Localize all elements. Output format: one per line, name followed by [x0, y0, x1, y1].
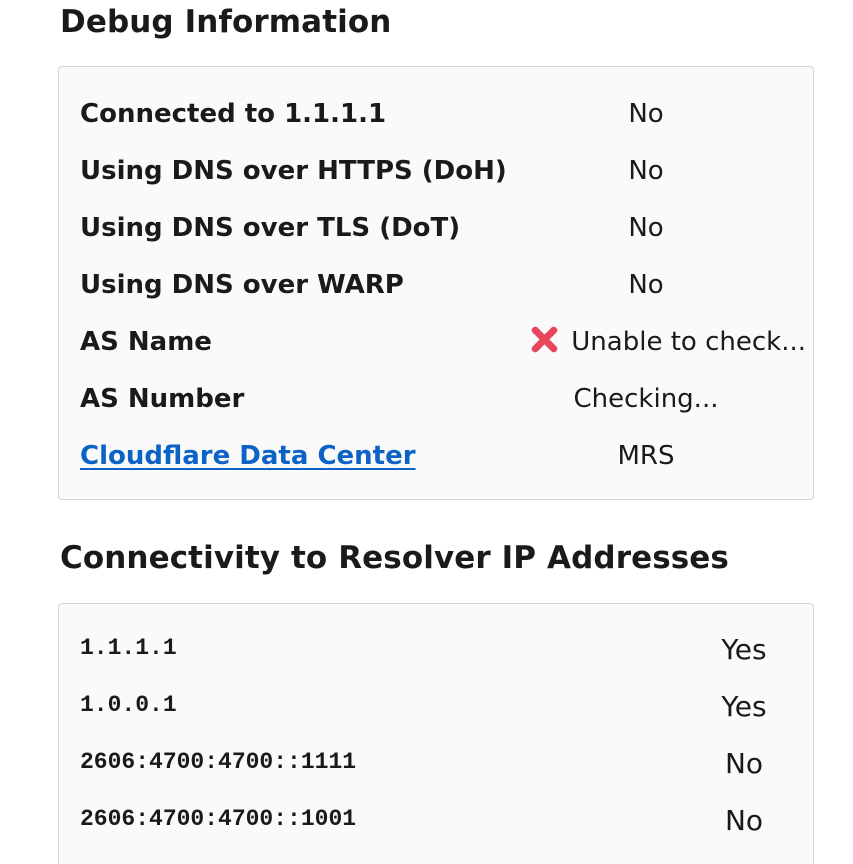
debug-value: No	[628, 99, 664, 129]
connectivity-value: Yes	[721, 633, 767, 666]
connectivity-value: Yes	[721, 690, 767, 723]
connectivity-row: 2606:4700:4700::1001 No	[59, 799, 813, 839]
connectivity-row: 1.1.1.1 Yes	[59, 628, 813, 668]
debug-value: Unable to check...	[571, 327, 806, 357]
connectivity-heading: Connectivity to Resolver IP Addresses	[60, 540, 729, 576]
resolver-address: 2606:4700:4700::1111	[80, 749, 357, 775]
connectivity-value: No	[724, 747, 764, 780]
debug-row-doh: Using DNS over HTTPS (DoH) No	[59, 151, 813, 191]
debug-row-connected: Connected to 1.1.1.1 No	[59, 94, 813, 134]
debug-label: Using DNS over TLS (DoT)	[80, 213, 461, 243]
resolver-address: 1.0.0.1	[80, 692, 177, 718]
debug-row-warp: Using DNS over WARP No	[59, 265, 813, 305]
debug-value: No	[628, 270, 664, 300]
connectivity-row: 1.0.0.1 Yes	[59, 685, 813, 725]
page: Debug Information Connected to 1.1.1.1 N…	[0, 0, 853, 864]
cross-mark-icon	[529, 324, 559, 354]
debug-information-heading: Debug Information	[60, 4, 392, 40]
connectivity-row: 2606:4700:4700::1111 No	[59, 742, 813, 782]
debug-value-with-icon: Unable to check...	[486, 322, 806, 362]
debug-label: Using DNS over WARP	[80, 270, 404, 300]
connectivity-panel: 1.1.1.1 Yes 1.0.0.1 Yes 2606:4700:4700::…	[58, 603, 814, 864]
debug-row-data-center: Cloudflare Data Center MRS	[59, 436, 813, 476]
debug-row-dot: Using DNS over TLS (DoT) No	[59, 208, 813, 248]
debug-label: Connected to 1.1.1.1	[80, 99, 387, 129]
debug-row-as-name: AS Name Unable to check...	[59, 322, 813, 362]
debug-value: Checking...	[573, 384, 719, 414]
debug-label: Using DNS over HTTPS (DoH)	[80, 156, 507, 186]
debug-information-panel: Connected to 1.1.1.1 No Using DNS over H…	[58, 66, 814, 500]
cloudflare-data-center-link[interactable]: Cloudflare Data Center	[80, 436, 416, 476]
debug-row-as-number: AS Number Checking...	[59, 379, 813, 419]
debug-label: AS Name	[80, 327, 212, 357]
resolver-address: 2606:4700:4700::1001	[80, 806, 357, 832]
debug-label: AS Number	[80, 384, 245, 414]
connectivity-value: No	[724, 804, 764, 837]
debug-value: No	[628, 156, 664, 186]
debug-value: No	[628, 213, 664, 243]
debug-value: MRS	[617, 441, 675, 471]
resolver-address: 1.1.1.1	[80, 635, 177, 661]
